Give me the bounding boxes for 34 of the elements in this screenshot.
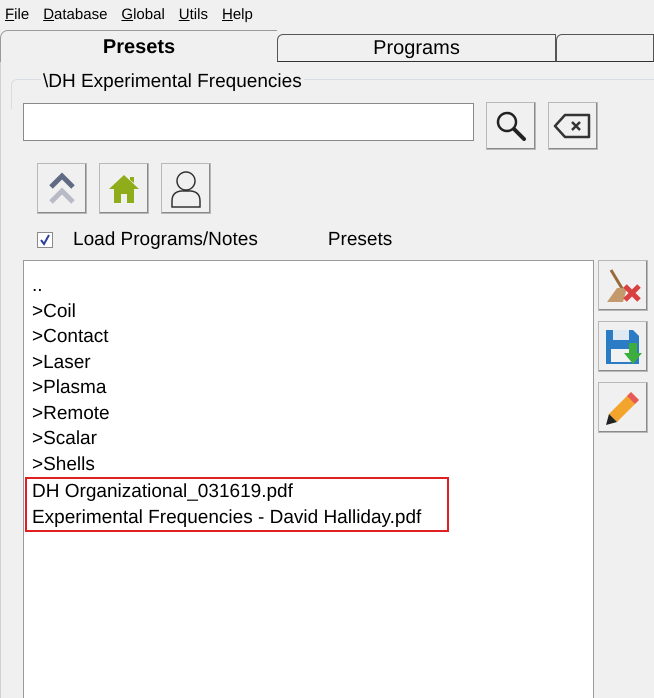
menu-item[interactable]: File bbox=[5, 4, 30, 26]
list-item[interactable]: DH Organizational_031619.pdf bbox=[32, 479, 293, 504]
tab[interactable] bbox=[556, 34, 654, 62]
list-item[interactable]: >Plasma bbox=[32, 375, 106, 400]
save-button[interactable] bbox=[598, 321, 648, 372]
list-item[interactable]: >Scalar bbox=[32, 426, 97, 452]
backspace-icon bbox=[553, 112, 593, 140]
search-button[interactable] bbox=[486, 102, 536, 150]
list-item[interactable]: .. bbox=[32, 273, 43, 298]
list-item[interactable]: >Laser bbox=[32, 350, 91, 375]
menu-item[interactable]: Database bbox=[43, 4, 108, 26]
checkbox-label: Load Programs/Notes bbox=[73, 228, 258, 252]
delete-button[interactable] bbox=[598, 260, 648, 311]
menu-item[interactable]: Global bbox=[121, 4, 165, 26]
list-item[interactable]: Experimental Frequencies - David Halliday.pdf bbox=[32, 504, 422, 530]
up-button[interactable] bbox=[37, 163, 87, 214]
edit-button[interactable] bbox=[598, 382, 648, 433]
tab[interactable]: Programs bbox=[277, 34, 556, 62]
search-icon bbox=[494, 109, 528, 143]
list-item[interactable]: >Shells bbox=[32, 452, 95, 477]
user-button[interactable] bbox=[161, 163, 211, 214]
list-item[interactable]: >Coil bbox=[32, 298, 76, 324]
list-item[interactable]: >Contact bbox=[32, 324, 109, 350]
list-label: Presets bbox=[328, 228, 392, 252]
menu-item[interactable]: Utils bbox=[178, 4, 208, 26]
list-item[interactable]: >Remote bbox=[32, 400, 110, 426]
tab[interactable]: Presets bbox=[0, 30, 277, 62]
load-programs-checkbox[interactable] bbox=[37, 232, 53, 248]
search-field[interactable] bbox=[23, 103, 474, 141]
menu-item[interactable]: Help bbox=[222, 4, 253, 26]
double-chevron-up-icon bbox=[47, 172, 77, 206]
home-icon bbox=[108, 172, 140, 204]
clear-button[interactable] bbox=[548, 102, 598, 150]
home-button[interactable] bbox=[99, 163, 149, 214]
